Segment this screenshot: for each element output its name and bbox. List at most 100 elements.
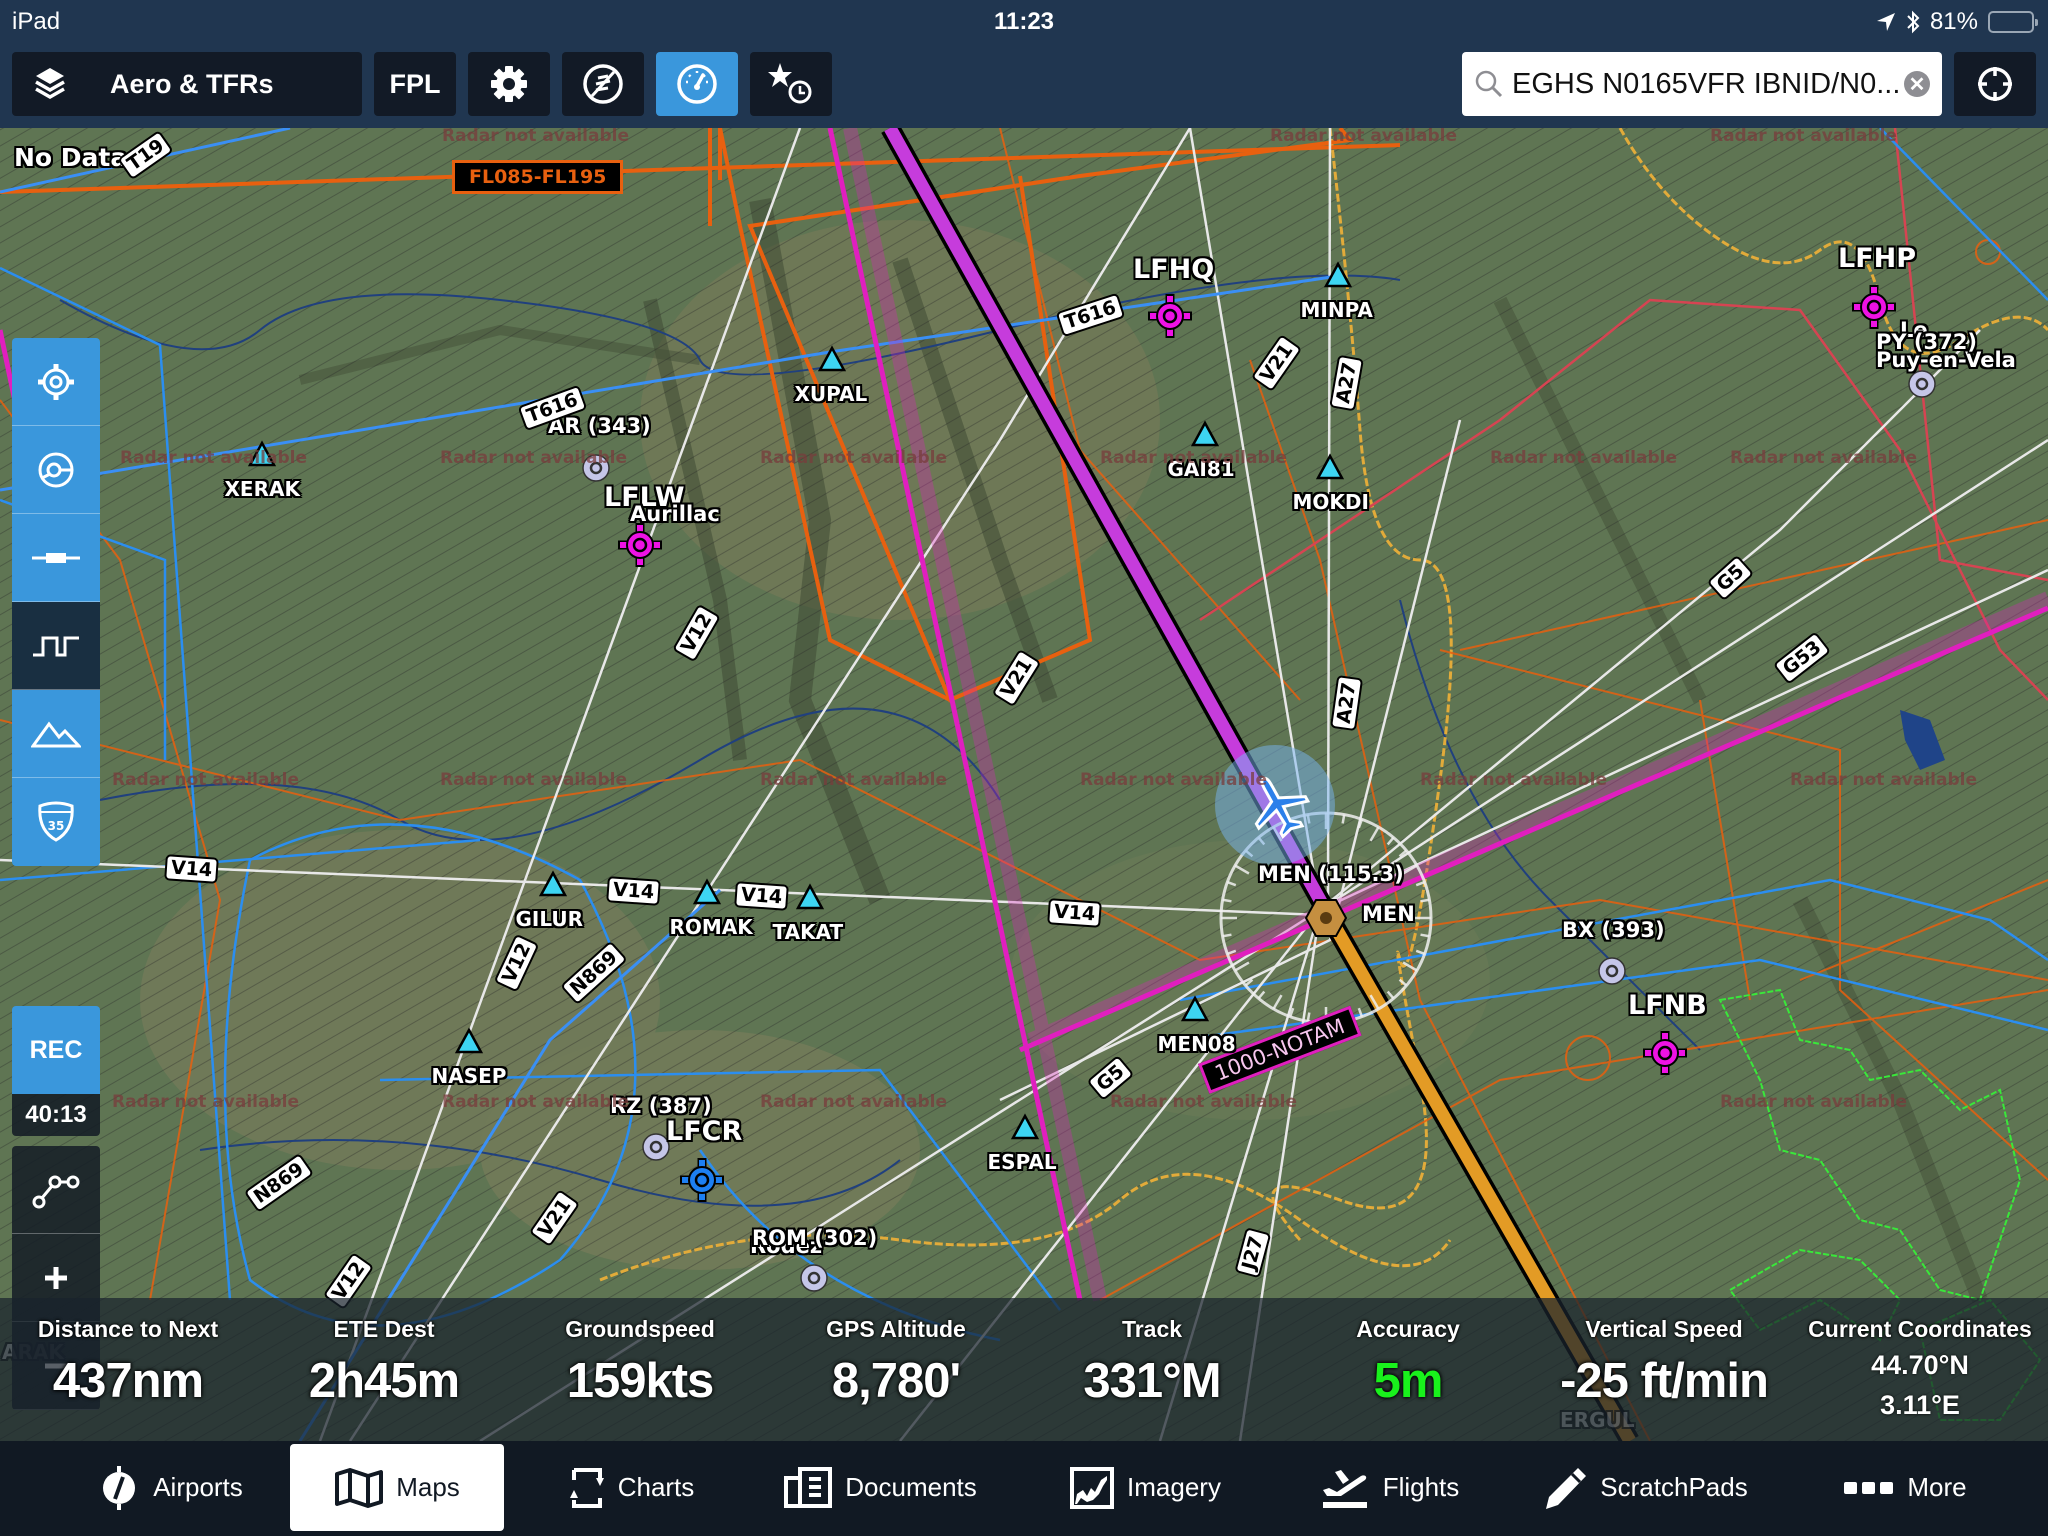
longitude-value: 3.11°E [1880, 1390, 1960, 1420]
vor-men[interactable] [1304, 899, 1348, 937]
instrument-ete-dest[interactable]: ETE Dest 2h45m [256, 1298, 512, 1441]
runway-extension-button[interactable] [12, 514, 100, 602]
tab-label: More [1907, 1472, 1967, 1502]
instrument-vertical-speed[interactable]: Vertical Speed -25 ft/min [1536, 1298, 1792, 1441]
navaid-label[interactable]: ROM (302) [752, 1226, 877, 1250]
tab-label: Charts [617, 1472, 695, 1502]
instrument-coordinates[interactable]: Current Coordinates 44.70°N 3.11°E [1792, 1298, 2048, 1441]
record-button[interactable]: REC [12, 1006, 100, 1094]
tab-label: Imagery [1127, 1472, 1221, 1502]
radar-unavailable-label: Radar not available [440, 448, 628, 468]
plates-overlay-button[interactable] [562, 52, 644, 116]
waypoint-gilur[interactable] [538, 870, 568, 897]
recenter-button[interactable] [1954, 52, 2036, 116]
clear-search-button[interactable]: ✕ [1904, 71, 1930, 97]
navaid-label[interactable]: BX (393) [1562, 918, 1665, 942]
instrument-label: Track [1121, 1316, 1183, 1342]
tab-documents[interactable]: Documents [770, 1444, 990, 1531]
road-overlay-button[interactable]: 35 [12, 778, 100, 866]
waypoint-gai81[interactable] [1190, 420, 1220, 447]
instruments-button[interactable] [656, 52, 738, 116]
airport-lfhq[interactable] [1148, 294, 1192, 338]
waypoint-label: GILUR [515, 907, 584, 931]
waypoint-takat[interactable] [795, 883, 825, 910]
tab-label: Flights [1382, 1472, 1460, 1502]
instrument-track[interactable]: Track 331°M [1024, 1298, 1280, 1441]
battery-icon [1988, 11, 2038, 33]
instrument-gps-altitude[interactable]: GPS Altitude 8,780' [768, 1298, 1024, 1441]
airport-label[interactable]: LFCR [666, 1116, 742, 1147]
waypoint-romak[interactable] [692, 878, 722, 905]
radar-unavailable-label: Radar not available [1110, 1092, 1298, 1112]
radar-unavailable-label: Radar not available [1710, 128, 1898, 146]
instrument-value: 159kts [566, 1354, 715, 1408]
navaid-label[interactable]: MEN (115.3) [1258, 862, 1404, 886]
radar-unavailable-label: Radar not available [760, 770, 948, 790]
airport-label[interactable]: LFHP [1838, 243, 1916, 274]
instrument-label: Vertical Speed [1585, 1316, 1743, 1342]
tab-maps[interactable]: Maps [290, 1444, 504, 1531]
instrument-value: 5m [1373, 1354, 1444, 1408]
airport-label[interactable]: LFNB [1628, 990, 1707, 1021]
tab-airports[interactable]: Airports [80, 1444, 260, 1531]
waypoint-espal[interactable] [1010, 1113, 1040, 1140]
radar-unavailable-label: Radar not available [1270, 128, 1458, 146]
ndb-rom[interactable] [800, 1264, 828, 1292]
instrument-distance-next[interactable]: Distance to Next 437nm [0, 1298, 256, 1441]
track-up-button[interactable] [12, 426, 100, 514]
instrument-groundspeed[interactable]: Groundspeed 159kts [512, 1298, 768, 1441]
tab-label: Maps [396, 1472, 460, 1502]
instrument-value: 2h45m [308, 1354, 460, 1408]
tab-scratchpads[interactable]: ScratchPads [1535, 1444, 1755, 1531]
airport-label[interactable]: LFHQ [1133, 254, 1214, 285]
terrain-icon [31, 720, 81, 747]
layers-label: Aero & TFRs [110, 68, 274, 99]
tab-charts[interactable]: Charts [540, 1444, 720, 1531]
waypoint-minpa[interactable] [1323, 261, 1353, 288]
airway-label: V14 [1047, 898, 1102, 928]
status-indicators: 81% [1876, 8, 2038, 36]
clock: 11:23 [993, 8, 1055, 35]
instrument-label: Current Coordinates [1808, 1316, 2032, 1342]
route-edit-button[interactable] [12, 1146, 100, 1234]
terrain-button[interactable] [12, 690, 100, 778]
center-on-aircraft-button[interactable] [12, 338, 100, 426]
radar-unavailable-label: Radar not available [120, 448, 308, 468]
profile-view-button[interactable] [12, 602, 100, 690]
route-edit-icon [32, 1175, 80, 1208]
instrument-label: Groundspeed [565, 1316, 715, 1342]
more-icon [1844, 1481, 1894, 1494]
instrument-label: ETE Dest [333, 1316, 435, 1342]
charts-icon [569, 1467, 604, 1508]
layers-button[interactable]: Aero & TFRs [12, 52, 362, 116]
radar-unavailable-label: Radar not available [1720, 1092, 1908, 1112]
ndb-py[interactable] [1908, 370, 1936, 398]
tab-imagery[interactable]: Imagery [1055, 1444, 1235, 1531]
tab-label: Airports [153, 1472, 243, 1502]
tab-flights[interactable]: Flights [1300, 1444, 1480, 1531]
airport-lfcr[interactable] [680, 1158, 724, 1202]
airport-lfhp[interactable] [1852, 285, 1896, 329]
moving-map[interactable]: No Data FL085-FL195 1000-NOTAM XERAK XUPA… [0, 128, 2048, 1441]
ndb-bx[interactable] [1598, 957, 1626, 985]
location-arrow-icon [1876, 13, 1895, 31]
settings-button[interactable] [468, 52, 550, 116]
tab-label: ScratchPads [1600, 1472, 1748, 1502]
instrument-accuracy[interactable]: Accuracy 5m [1280, 1298, 1536, 1441]
waypoint-label: MEN08 [1157, 1032, 1236, 1056]
airport-lfnb[interactable] [1643, 1031, 1687, 1075]
waypoint-men08[interactable] [1180, 995, 1210, 1022]
navaid-label[interactable]: PY (372) [1876, 330, 1977, 354]
waypoint-xupal[interactable] [817, 345, 847, 372]
instrument-panel[interactable]: Distance to Next 437nm ETE Dest 2h45m Gr… [0, 1298, 2048, 1441]
track-up-icon [38, 452, 74, 487]
radar-unavailable-label: Radar not available [442, 128, 630, 146]
airport-lflw[interactable] [618, 523, 662, 567]
fpl-button[interactable]: FPL [374, 52, 456, 116]
tab-more[interactable]: More [1830, 1444, 1980, 1531]
waypoint-mokdi[interactable] [1315, 453, 1345, 480]
navaid-label[interactable]: MEN [1362, 902, 1415, 926]
route-search-input[interactable] [1512, 67, 1898, 101]
favorites-recents-button[interactable] [750, 52, 832, 116]
waypoint-nasep[interactable] [454, 1027, 484, 1054]
